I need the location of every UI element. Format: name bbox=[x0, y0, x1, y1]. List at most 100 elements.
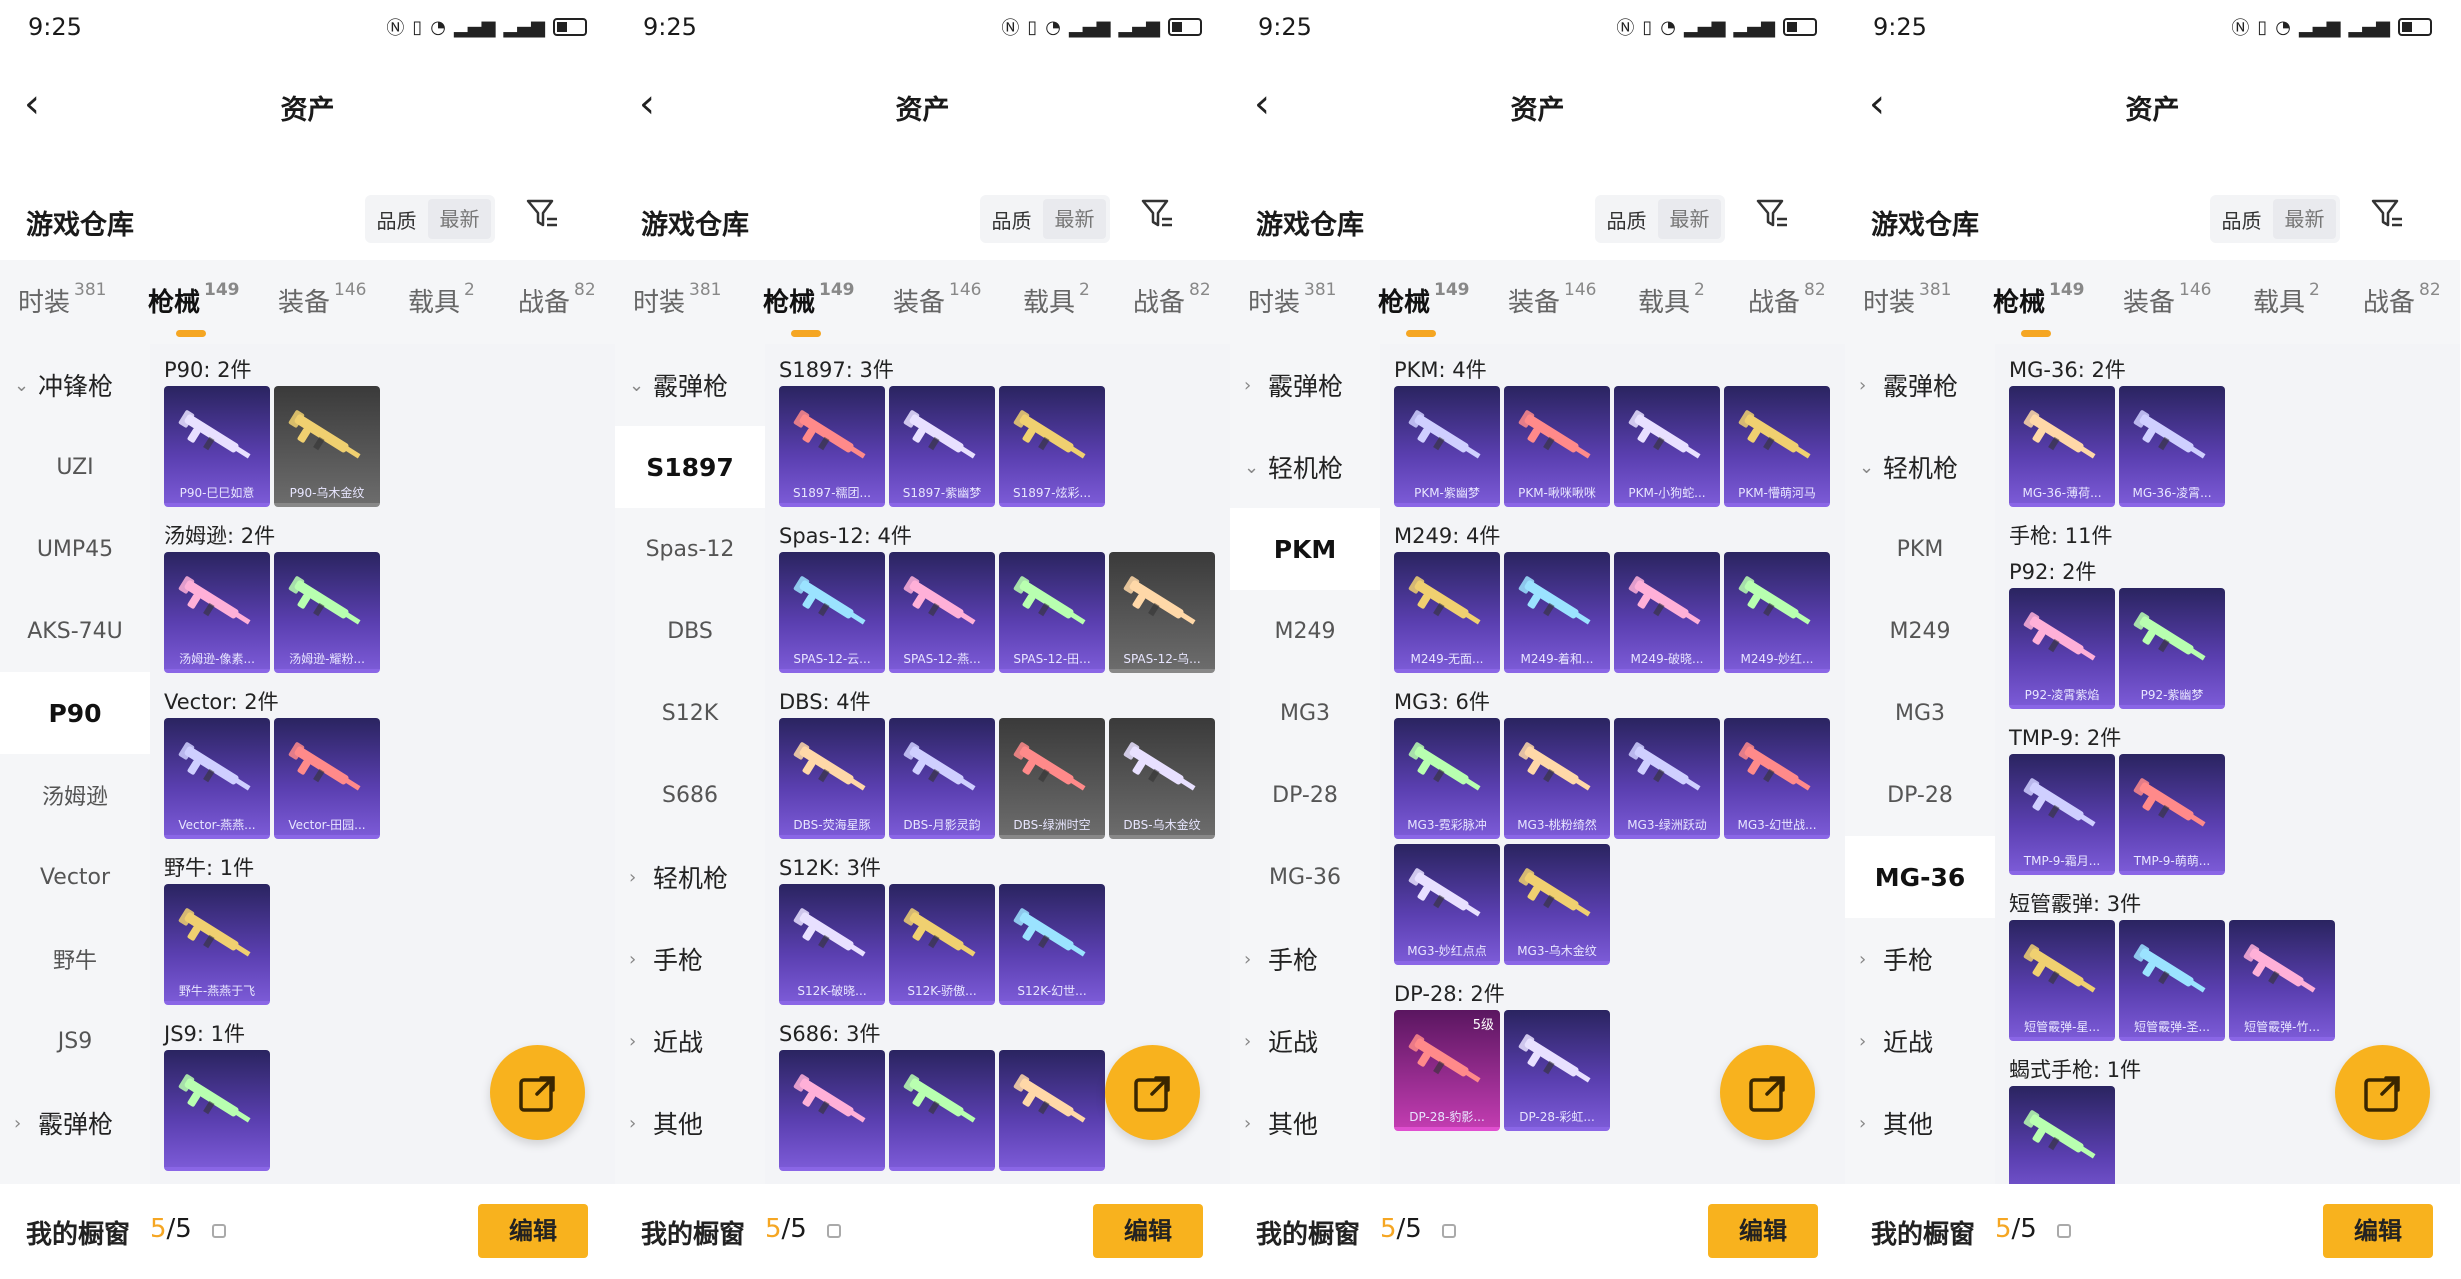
sidebar-item[interactable]: › 近战 bbox=[615, 1000, 765, 1082]
weapon-card[interactable]: TMP-9-萌萌... bbox=[2119, 754, 2225, 875]
edit-button[interactable]: 编辑 bbox=[1093, 1204, 1203, 1258]
weapon-card[interactable]: Vector-燕燕... bbox=[164, 718, 270, 839]
weapon-card[interactable]: M249-妙红... bbox=[1724, 552, 1830, 673]
sidebar-item[interactable]: S1897 bbox=[615, 426, 765, 508]
sidebar-item[interactable]: UZI bbox=[0, 426, 150, 508]
tab-2[interactable]: 装备 146 bbox=[893, 280, 981, 319]
weapon-card[interactable]: DBS-月影灵韵 bbox=[889, 718, 995, 839]
weapon-card[interactable]: 短管霰弹-圣... bbox=[2119, 920, 2225, 1041]
weapon-card[interactable] bbox=[2009, 1086, 2115, 1184]
weapon-card[interactable]: MG-36-薄荷... bbox=[2009, 386, 2115, 507]
sort-quality-button[interactable]: 品质 bbox=[2210, 205, 2273, 234]
weapon-card[interactable]: P90-巳巳如意 bbox=[164, 386, 270, 507]
tab-2[interactable]: 装备 146 bbox=[278, 280, 366, 319]
weapon-card[interactable]: S1897-炫彩... bbox=[999, 386, 1105, 507]
weapon-card[interactable]: S12K-破晓... bbox=[779, 884, 885, 1005]
weapon-card[interactable] bbox=[779, 1050, 885, 1171]
share-button[interactable] bbox=[1105, 1045, 1200, 1140]
weapon-card[interactable]: 短管霰弹-星... bbox=[2009, 920, 2115, 1041]
sidebar-item[interactable]: ⌄ 轻机枪 bbox=[1230, 426, 1380, 508]
weapon-card[interactable]: PKM-紫幽梦 bbox=[1394, 386, 1500, 507]
weapon-card[interactable] bbox=[889, 1050, 995, 1171]
weapon-card[interactable]: S1897-紫幽梦 bbox=[889, 386, 995, 507]
sidebar-item[interactable]: ⌄ 轻机枪 bbox=[1845, 426, 1995, 508]
weapon-card[interactable]: M249-无面... bbox=[1394, 552, 1500, 673]
sort-quality-button[interactable]: 品质 bbox=[980, 205, 1043, 234]
sidebar-item[interactable]: › 近战 bbox=[1230, 1000, 1380, 1082]
sidebar-item[interactable]: M249 bbox=[1230, 590, 1380, 672]
weapon-card[interactable]: MG3-绿洲跃动 bbox=[1614, 718, 1720, 839]
tab-1[interactable]: 枪械 149 bbox=[763, 280, 855, 337]
filter-icon[interactable] bbox=[1140, 197, 1174, 233]
weapon-card[interactable]: M249-破晓... bbox=[1614, 552, 1720, 673]
tab-4[interactable]: 战备 82 bbox=[518, 280, 596, 319]
weapon-card[interactable]: SPAS-12-乌... bbox=[1109, 552, 1215, 673]
share-button[interactable] bbox=[1720, 1045, 1815, 1140]
sidebar-item[interactable]: DBS bbox=[615, 590, 765, 672]
weapon-card[interactable]: MG3-乌木金纹 bbox=[1504, 844, 1610, 965]
tab-3[interactable]: 载具 2 bbox=[1638, 280, 1705, 319]
sidebar-item[interactable]: PKM bbox=[1230, 508, 1380, 590]
sidebar-item[interactable]: P90 bbox=[0, 672, 150, 754]
sidebar-item[interactable]: AKS-74U bbox=[0, 590, 150, 672]
tab-0[interactable]: 时装 381 bbox=[1863, 280, 1951, 319]
weapon-card[interactable] bbox=[164, 1050, 270, 1171]
edit-button[interactable]: 编辑 bbox=[2323, 1204, 2433, 1258]
weapon-card[interactable]: DBS-荧海星豚 bbox=[779, 718, 885, 839]
tab-1[interactable]: 枪械 149 bbox=[1378, 280, 1470, 337]
sidebar-item[interactable]: › 霰弹枪 bbox=[1845, 344, 1995, 426]
sidebar-item[interactable]: ⌄ 冲锋枪 bbox=[0, 344, 150, 426]
sort-quality-button[interactable]: 品质 bbox=[1595, 205, 1658, 234]
tab-1[interactable]: 枪械 149 bbox=[148, 280, 240, 337]
sidebar-item[interactable]: 野牛 bbox=[0, 918, 150, 1000]
weapon-card[interactable]: 汤姆逊-耀粉... bbox=[274, 552, 380, 673]
sidebar-item[interactable]: › 其他 bbox=[1230, 1082, 1380, 1164]
sidebar-item[interactable]: MG3 bbox=[1230, 672, 1380, 754]
weapon-card[interactable]: MG3-幻世战... bbox=[1724, 718, 1830, 839]
tab-4[interactable]: 战备 82 bbox=[1133, 280, 1211, 319]
share-button[interactable] bbox=[490, 1045, 585, 1140]
sidebar-item[interactable]: › 手枪 bbox=[615, 918, 765, 1000]
tab-3[interactable]: 载具 2 bbox=[408, 280, 475, 319]
weapon-card[interactable]: SPAS-12-云... bbox=[779, 552, 885, 673]
weapon-card[interactable]: SPAS-12-燕... bbox=[889, 552, 995, 673]
weapon-card[interactable]: MG3-霓彩脉冲 bbox=[1394, 718, 1500, 839]
weapon-card[interactable]: M249-着和... bbox=[1504, 552, 1610, 673]
tab-3[interactable]: 载具 2 bbox=[1023, 280, 1090, 319]
sidebar-item[interactable]: MG-36 bbox=[1845, 836, 1995, 918]
tab-0[interactable]: 时装 381 bbox=[633, 280, 721, 319]
sidebar-item[interactable]: 汤姆逊 bbox=[0, 754, 150, 836]
sidebar-item[interactable]: Spas-12 bbox=[615, 508, 765, 590]
weapon-card[interactable]: P92-紫幽梦 bbox=[2119, 588, 2225, 709]
sidebar-item[interactable]: S686 bbox=[615, 754, 765, 836]
filter-icon[interactable] bbox=[2370, 197, 2404, 233]
weapon-card[interactable]: SPAS-12-田... bbox=[999, 552, 1105, 673]
sidebar-item[interactable]: ⌄ 霰弹枪 bbox=[615, 344, 765, 426]
sidebar-item[interactable]: S12K bbox=[615, 672, 765, 754]
tab-1[interactable]: 枪械 149 bbox=[1993, 280, 2085, 337]
tab-4[interactable]: 战备 82 bbox=[1748, 280, 1826, 319]
sort-latest-button[interactable]: 最新 bbox=[1043, 199, 1106, 239]
sort-latest-button[interactable]: 最新 bbox=[1658, 199, 1721, 239]
weapon-card[interactable]: TMP-9-霜月... bbox=[2009, 754, 2115, 875]
tab-3[interactable]: 载具 2 bbox=[2253, 280, 2320, 319]
tab-0[interactable]: 时装 381 bbox=[18, 280, 106, 319]
weapon-card[interactable]: P92-凌霄紫焰 bbox=[2009, 588, 2115, 709]
tab-2[interactable]: 装备 146 bbox=[2123, 280, 2211, 319]
weapon-card[interactable]: S1897-糯团... bbox=[779, 386, 885, 507]
sort-quality-button[interactable]: 品质 bbox=[365, 205, 428, 234]
weapon-card[interactable]: S12K-骄傲... bbox=[889, 884, 995, 1005]
weapon-card[interactable]: PKM-小狗蛇... bbox=[1614, 386, 1720, 507]
sidebar-item[interactable]: Vector bbox=[0, 836, 150, 918]
weapon-card[interactable]: DBS-绿洲时空 bbox=[999, 718, 1105, 839]
weapon-card[interactable]: S12K-幻世... bbox=[999, 884, 1105, 1005]
tab-4[interactable]: 战备 82 bbox=[2363, 280, 2441, 319]
tab-2[interactable]: 装备 146 bbox=[1508, 280, 1596, 319]
sidebar-item[interactable]: MG3 bbox=[1845, 672, 1995, 754]
weapon-card[interactable]: MG3-妙红点点 bbox=[1394, 844, 1500, 965]
weapon-card[interactable]: MG-36-凌霄... bbox=[2119, 386, 2225, 507]
sidebar-item[interactable]: MG-36 bbox=[1230, 836, 1380, 918]
weapon-card[interactable]: 汤姆逊-像素... bbox=[164, 552, 270, 673]
sidebar-item[interactable]: › 手枪 bbox=[1845, 918, 1995, 1000]
sidebar-item[interactable]: › 霰弹枪 bbox=[0, 1082, 150, 1164]
